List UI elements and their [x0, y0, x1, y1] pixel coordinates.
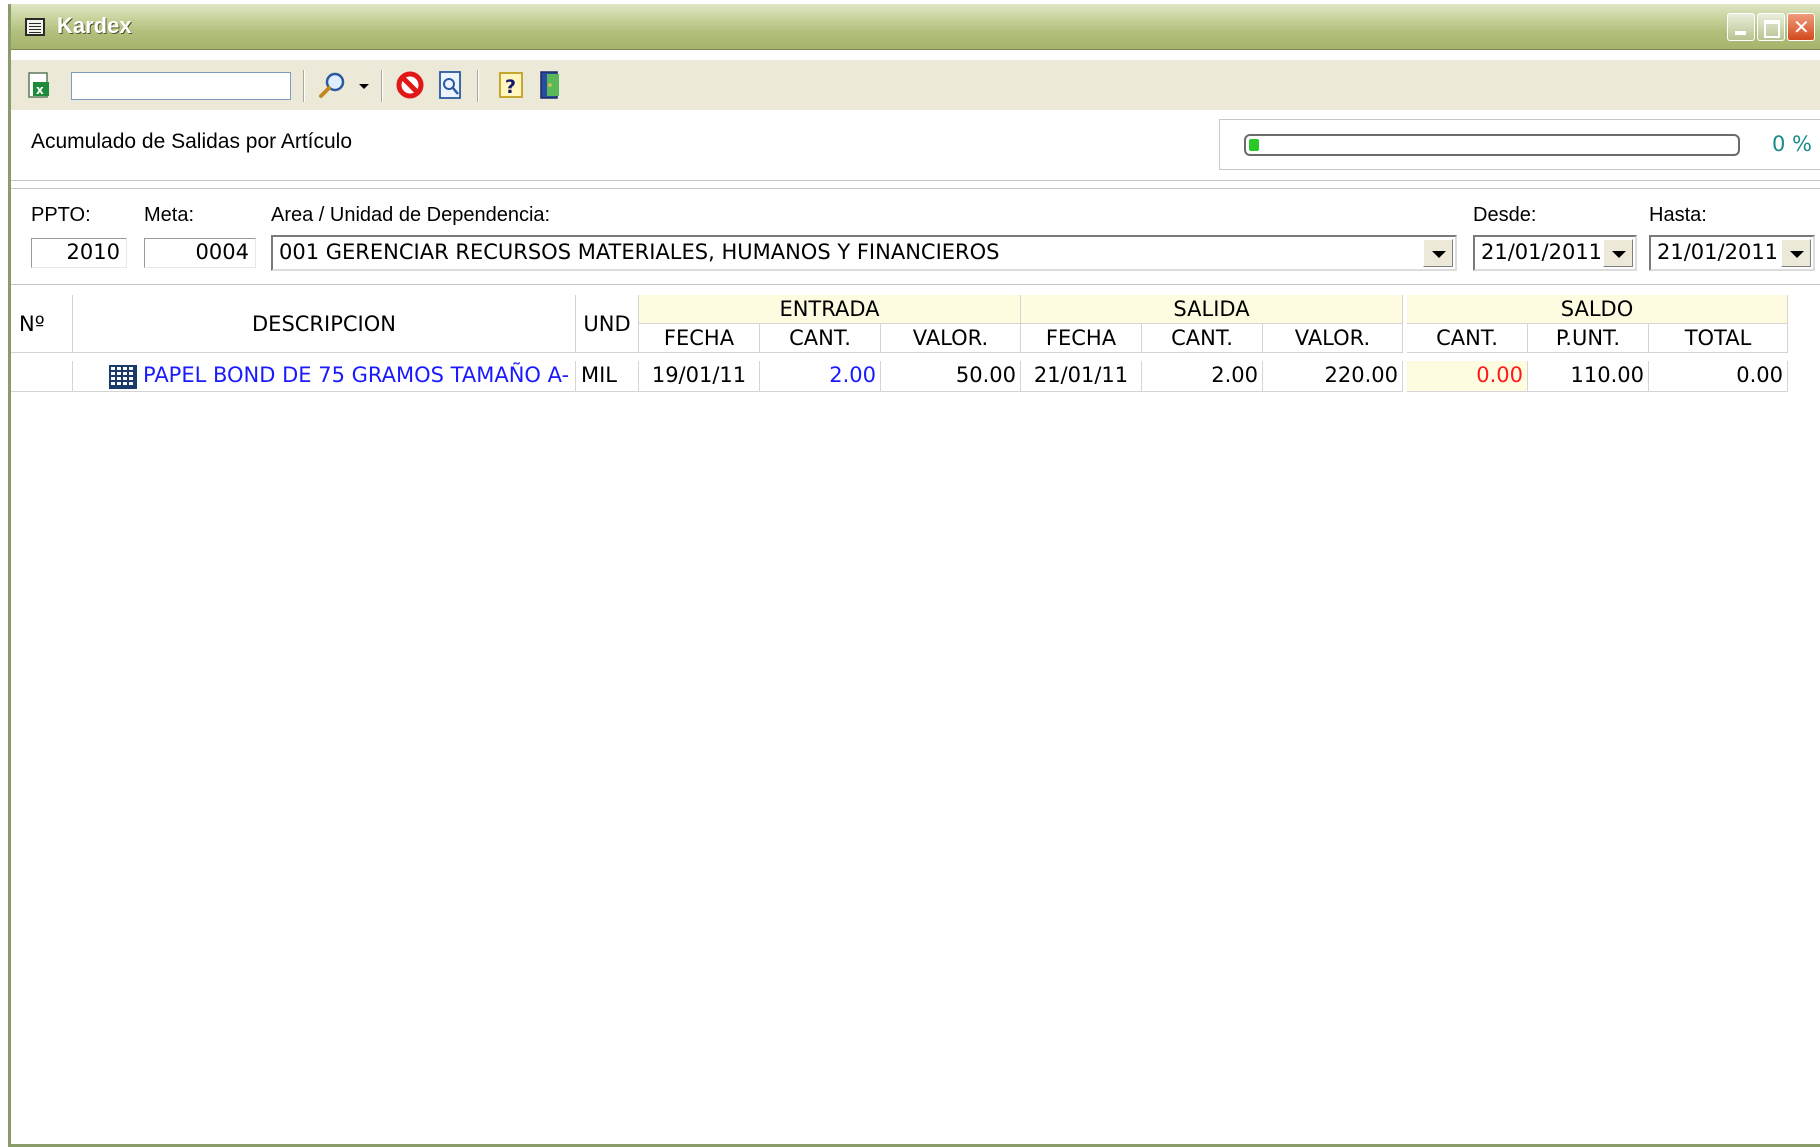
exit-icon[interactable]: [535, 70, 565, 100]
hasta-date-picker[interactable]: 21/01/2011: [1649, 235, 1815, 271]
column-header-salida-cant[interactable]: CANT.: [1142, 324, 1263, 353]
column-header-entrada-fecha[interactable]: FECHA: [639, 324, 760, 353]
help-icon[interactable]: ?: [497, 70, 527, 100]
chevron-down-icon[interactable]: [1781, 239, 1811, 267]
toolbar: x ?: [11, 60, 1820, 110]
desde-date-value: 21/01/2011: [1481, 240, 1603, 264]
desde-date-picker[interactable]: 21/01/2011: [1473, 235, 1637, 271]
toolbar-separator: [381, 70, 383, 102]
cell-entrada-fecha[interactable]: 19/01/11: [639, 361, 760, 392]
column-header-entrada-valor[interactable]: VALOR.: [881, 324, 1021, 353]
close-button[interactable]: [1787, 13, 1815, 41]
hasta-label: Hasta:: [1649, 204, 1707, 226]
chevron-down-icon[interactable]: [1423, 239, 1453, 267]
search-input[interactable]: [71, 72, 291, 100]
desde-label: Desde:: [1473, 204, 1537, 226]
column-header-salida-fecha[interactable]: FECHA: [1021, 324, 1142, 353]
group-header-entrada: ENTRADA: [639, 295, 1021, 324]
divider: [11, 284, 1820, 285]
chevron-down-icon[interactable]: [1603, 239, 1633, 267]
cell-entrada-valor[interactable]: 50.00: [881, 361, 1021, 392]
cell-und[interactable]: MIL: [576, 361, 639, 392]
minimize-button[interactable]: [1727, 13, 1755, 41]
kardex-window: Kardex x ?: [8, 4, 1820, 1147]
column-header-no[interactable]: Nº: [11, 295, 73, 353]
area-select[interactable]: 001 GERENCIAR RECURSOS MATERIALES, HUMAN…: [271, 235, 1457, 271]
svg-text:x: x: [36, 83, 44, 97]
progress-bar-fill: [1249, 139, 1259, 151]
report-title: Acumulado de Salidas por Artículo: [31, 130, 353, 153]
preview-icon[interactable]: [435, 70, 465, 100]
cell-salida-cant[interactable]: 2.00: [1142, 361, 1263, 392]
progress-panel: 0 %: [1219, 119, 1820, 170]
dropdown-arrow-icon[interactable]: [355, 70, 373, 100]
group-header-salida: SALIDA: [1021, 295, 1403, 324]
toolbar-separator: [303, 70, 305, 102]
svg-text:?: ?: [505, 76, 516, 98]
column-header-entrada-cant[interactable]: CANT.: [760, 324, 881, 353]
column-header-saldo-cant[interactable]: CANT.: [1407, 324, 1528, 353]
cell-salida-fecha[interactable]: 21/01/11: [1021, 361, 1142, 392]
column-header-saldo-punt[interactable]: P.UNT.: [1528, 324, 1649, 353]
progress-bar: [1244, 134, 1740, 156]
toolbar-separator: [477, 70, 479, 102]
cell-descripcion-text: PAPEL BOND DE 75 GRAMOS TAMAÑO A-: [143, 363, 570, 387]
cell-salida-valor[interactable]: 220.00: [1263, 361, 1403, 392]
cancel-icon[interactable]: [395, 70, 425, 100]
meta-label: Meta:: [144, 204, 195, 226]
grid-list-icon: [109, 365, 137, 389]
search-icon[interactable]: [317, 70, 347, 100]
cell-saldo-cant[interactable]: 0.00: [1407, 361, 1528, 392]
meta-field[interactable]: 0004: [144, 238, 256, 268]
divider: [11, 188, 1820, 189]
maximize-button[interactable]: [1757, 13, 1785, 41]
excel-export-icon[interactable]: x: [25, 70, 55, 100]
column-header-descripcion[interactable]: DESCRIPCION: [73, 295, 576, 353]
cell-entrada-cant[interactable]: 2.00: [760, 361, 881, 392]
cell-saldo-punt[interactable]: 110.00: [1528, 361, 1649, 392]
area-label: Area / Unidad de Dependencia:: [271, 204, 551, 226]
hasta-date-value: 21/01/2011: [1657, 240, 1779, 264]
group-header-saldo: SALDO: [1407, 295, 1788, 324]
column-header-saldo-total[interactable]: TOTAL: [1649, 324, 1788, 353]
ppto-label: PPTO:: [31, 204, 91, 226]
progress-label: 0 %: [1772, 132, 1812, 156]
window-app-icon: [25, 18, 45, 36]
title-bar[interactable]: Kardex: [11, 4, 1820, 50]
cell-descripcion[interactable]: PAPEL BOND DE 75 GRAMOS TAMAÑO A-: [73, 361, 576, 392]
cell-saldo-total[interactable]: 0.00: [1649, 361, 1788, 392]
column-header-salida-valor[interactable]: VALOR.: [1263, 324, 1403, 353]
ppto-field[interactable]: 2010: [31, 238, 127, 268]
window-title: Kardex: [57, 13, 132, 38]
divider: [11, 180, 1820, 181]
cell-no[interactable]: [11, 361, 73, 392]
area-select-value: 001 GERENCIAR RECURSOS MATERIALES, HUMAN…: [279, 240, 1000, 264]
column-header-und[interactable]: UND: [576, 295, 639, 353]
